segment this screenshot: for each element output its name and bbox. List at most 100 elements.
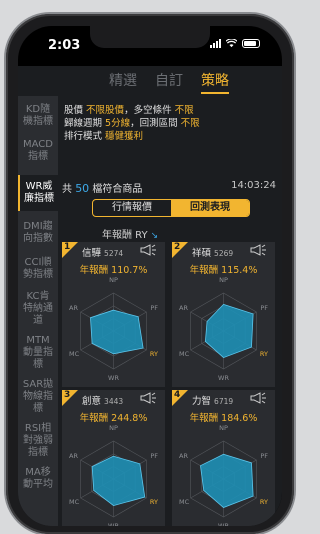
sidebar-item-wr[interactable]: WR威廉指標 [18,175,58,211]
radar-axis-label-bottom-right: RY [260,350,268,358]
phone-screen: 2:03 精選 自訂 策略 KD隨機指標 MACD指標 WR威廉指標 DMI趨向… [18,26,282,526]
sidebar-item-ma[interactable]: MA移動平均 [18,463,58,495]
result-count-row: 共 50 檔符合商品 14:03:24 [62,180,276,195]
result-count: 50 [75,182,90,195]
notch [90,26,210,48]
radar-axis-label-left: AR [69,304,78,312]
radar-chart: NP PF RY WR MC AR [179,276,268,382]
sort-desc-icon: ↘ [150,231,159,241]
megaphone-icon[interactable] [249,392,269,404]
filter-range-value: 不限 [180,118,200,129]
stock-code: 5274 [104,249,124,258]
status-icons [210,39,260,48]
rank-number: 3 [64,390,71,400]
radar-axis-label-bottom: WR [218,522,229,526]
radar-axis-label-top: NP [109,424,118,432]
megaphone-icon[interactable] [139,244,159,256]
main-panel: 股價 不限股價，多空條件 不限 歸線週期 5分線，回測區間 不限 排行模式 穩健… [58,96,282,526]
stock-card[interactable]: 2 祥碩 5269 年報酬 115.4% NP PF RY WR MC AR [172,242,275,387]
segment-backtest[interactable]: 回測表現 [171,200,249,216]
filter-condition-value: 不限 [174,105,194,116]
app-screen: 精選 自訂 策略 KD隨機指標 MACD指標 WR威廉指標 DMI趨向指數 CC… [18,66,282,526]
radar-axis-label-bottom-left: MC [179,350,190,358]
megaphone-icon[interactable] [139,392,159,404]
stock-card[interactable]: 3 創意 3443 年報酬 244.8% NP PF RY WR MC AR [62,390,165,526]
count-suffix: 檔符合商品 [92,184,143,195]
stock-card[interactable]: 4 力智 6719 年報酬 184.6% NP PF RY WR MC AR [172,390,275,526]
filter-price-value: 不限股價 [86,105,125,116]
sort-label: 年報酬 RY [102,230,148,241]
status-bar: 2:03 [18,26,282,66]
sort-control[interactable]: 年報酬 RY ↘ [102,226,158,241]
stock-name: 祥碩 5269 [192,245,233,259]
stock-name-text: 信驊 [82,248,102,259]
sidebar-item-kc[interactable]: KC肯特納通道 [18,287,58,331]
filter-condition-label: ，多空條件 [124,105,172,116]
filter-range-label: ，回測區間 [130,118,178,129]
radar-axis-label-bottom-left: MC [179,498,190,506]
radar-axis-label-bottom-right: RY [150,498,158,506]
radar-axis-label-left: AR [69,452,78,460]
megaphone-icon[interactable] [249,244,269,256]
filter-period-label: 歸線週期 [64,118,103,129]
radar-axis-label-right: PF [150,304,158,312]
status-time: 2:03 [48,38,81,53]
filter-price-label: 股價 [64,105,84,116]
radar-axis-label-right: PF [260,304,268,312]
tab-featured[interactable]: 精選 [109,66,137,96]
indicator-sidebar: KD隨機指標 MACD指標 WR威廉指標 DMI趨向指數 CCI順勢指標 KC肯… [18,96,58,526]
filter-period-value: 5分線 [105,118,131,129]
radar-axis-label-bottom: WR [218,374,229,382]
stock-name: 力智 6719 [192,393,233,407]
rank-number: 2 [174,242,181,252]
tab-strategy[interactable]: 策略 [201,66,229,94]
segment-quote[interactable]: 行情報價 [93,200,171,216]
stock-name: 信驊 5274 [82,245,123,259]
radar-chart: NP PF RY WR MC AR [69,276,158,382]
rank-number: 4 [174,390,181,400]
sidebar-item-dmi[interactable]: DMI趨向指數 [18,215,58,251]
radar-axis-label-bottom: WR [108,374,119,382]
phone-frame: 2:03 精選 自訂 策略 KD隨機指標 MACD指標 WR威廉指標 DMI趨向… [6,14,294,534]
sidebar-item-mtm[interactable]: MTM動量指標 [18,331,58,375]
view-segment-control: 行情報價 回測表現 [92,199,250,217]
stock-name: 創意 3443 [82,393,123,407]
tab-custom[interactable]: 自訂 [155,66,183,96]
radar-chart: NP PF RY WR MC AR [179,424,268,526]
stock-card[interactable]: 1 信驊 5274 年報酬 110.7% NP PF RY WR MC AR [62,242,165,387]
radar-area [91,455,146,507]
sidebar-item-kd[interactable]: KD隨機指標 [18,96,58,131]
radar-axis-label-bottom: WR [108,522,119,526]
filter-line-2: 歸線週期 5分線，回測區間 不限 [64,117,200,130]
radar-chart: NP PF RY WR MC AR [69,424,158,526]
radar-axis-label-left: AR [179,452,188,460]
filter-line-1: 股價 不限股價，多空條件 不限 [64,104,200,117]
filter-line-3: 排行模式 穩健獲利 [64,130,200,143]
radar-axis-label-left: AR [179,304,188,312]
radar-axis-label-bottom-right: RY [260,498,268,506]
stock-name-text: 力智 [192,396,212,407]
sidebar-item-sar[interactable]: SAR拋物線指標 [18,375,58,419]
signal-icon [210,39,221,48]
filter-mode-label: 排行模式 [64,131,103,142]
rank-number: 1 [64,242,71,252]
update-timestamp: 14:03:24 [231,180,276,191]
stock-name-text: 祥碩 [192,248,212,259]
stock-code: 6719 [214,397,234,406]
radar-axis-label-bottom-left: MC [69,498,80,506]
sidebar-item-rsi[interactable]: RSI相對強弱指標 [18,419,58,463]
battery-icon [242,39,260,48]
top-tabs: 精選 自訂 策略 [18,66,282,96]
radar-axis-label-top: NP [109,276,118,284]
filter-summary[interactable]: 股價 不限股價，多空條件 不限 歸線週期 5分線，回測區間 不限 排行模式 穩健… [64,104,200,143]
filter-mode-value: 穩健獲利 [105,131,144,142]
stock-code: 3443 [104,397,124,406]
sidebar-item-cci[interactable]: CCI順勢指標 [18,251,58,287]
sidebar-item-macd[interactable]: MACD指標 [18,131,58,171]
radar-axis-label-top: NP [219,276,228,284]
stock-code: 5269 [214,249,234,258]
stock-name-text: 創意 [82,396,102,407]
wifi-icon [226,39,237,48]
radar-axis-label-bottom-left: MC [69,350,80,358]
radar-area [200,453,254,508]
